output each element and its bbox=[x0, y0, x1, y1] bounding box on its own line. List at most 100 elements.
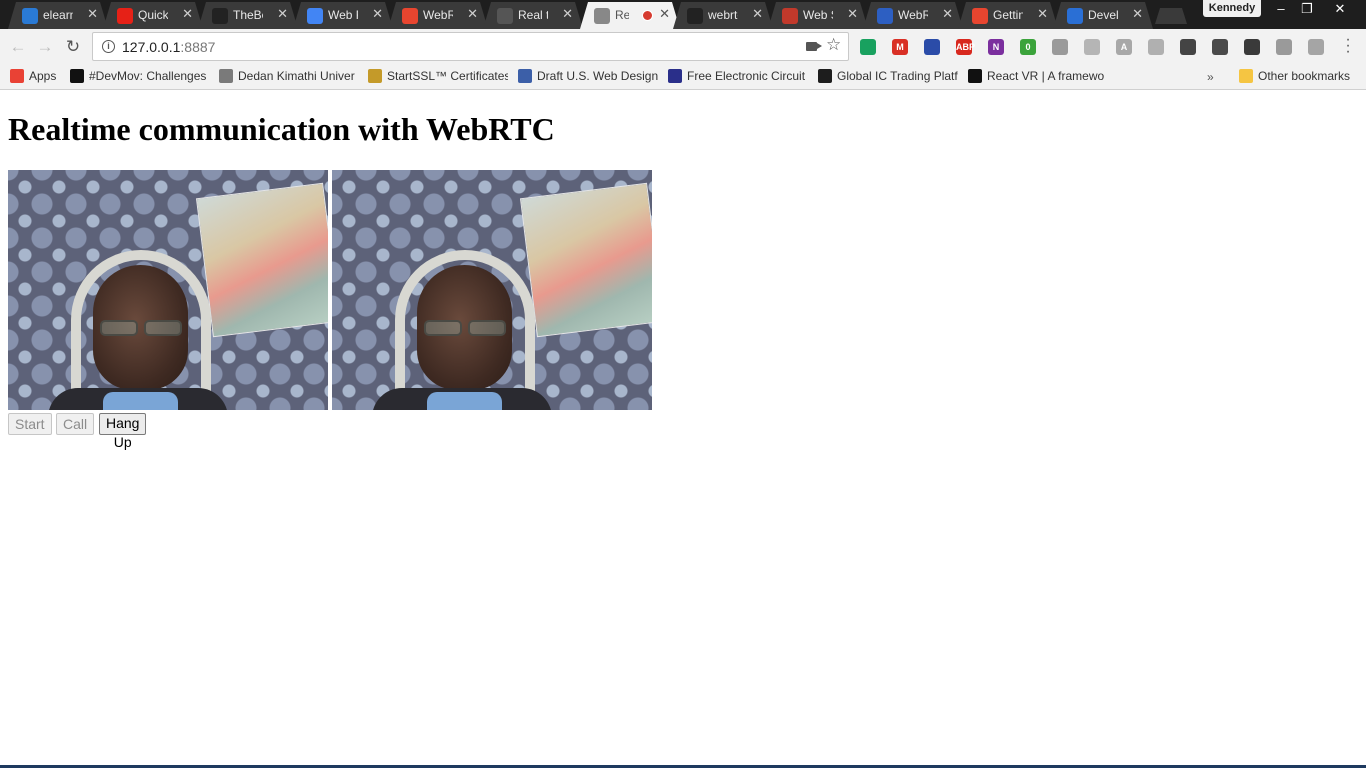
cloud-ext-icon[interactable] bbox=[1308, 39, 1324, 55]
sync-icon[interactable]: 0 bbox=[1020, 39, 1036, 55]
url-text[interactable]: 127.0.0.1:8887 bbox=[122, 39, 215, 55]
tab-4[interactable]: Web R ✕ bbox=[293, 2, 393, 29]
tab-3[interactable]: TheBe ✕ bbox=[198, 2, 298, 29]
circuit-icon bbox=[668, 69, 682, 83]
close-tab-icon[interactable]: ✕ bbox=[752, 6, 763, 22]
tab-title: elearn bbox=[43, 8, 70, 22]
bus-icon[interactable] bbox=[1180, 39, 1196, 55]
close-tab-icon[interactable]: ✕ bbox=[847, 6, 858, 22]
info-icon[interactable]: i bbox=[102, 40, 115, 53]
bookmark-item[interactable]: Draft U.S. Web Design bbox=[518, 69, 658, 86]
bookmark-label: StartSSL™ Certificates bbox=[387, 69, 508, 83]
evernote-icon[interactable] bbox=[860, 39, 876, 55]
tab-title: Rea bbox=[615, 8, 629, 22]
close-tab-icon[interactable]: ✕ bbox=[277, 6, 288, 22]
wall-painting bbox=[195, 182, 328, 338]
minimize-button[interactable]: – bbox=[1268, 0, 1294, 18]
bookmark-item[interactable]: #DevMov: Challenges bbox=[70, 69, 210, 86]
forward-arrow-icon[interactable]: → bbox=[35, 37, 55, 57]
bookmark-item[interactable]: Global IC Trading Platf bbox=[818, 69, 958, 86]
page-content: Realtime communication with WebRTC Start… bbox=[0, 90, 1366, 768]
other-bookmarks-label: Other bookmarks bbox=[1258, 69, 1351, 83]
share-icon[interactable] bbox=[1276, 39, 1292, 55]
restore-button[interactable]: ❐ bbox=[1294, 0, 1320, 18]
webrtc-icon bbox=[972, 8, 988, 24]
bulb-icon[interactable] bbox=[1244, 39, 1260, 55]
angular-icon[interactable]: A bbox=[1116, 39, 1132, 55]
bookmark-item[interactable]: React VR | A framewo bbox=[968, 69, 1108, 86]
glasses bbox=[100, 320, 184, 338]
close-tab-icon[interactable]: ✕ bbox=[87, 6, 98, 22]
other-bookmarks[interactable]: Other bookmarks bbox=[1239, 69, 1350, 86]
ext-gray-icon[interactable] bbox=[1148, 39, 1164, 55]
ic-icon bbox=[818, 69, 832, 83]
tab-title: TheBe bbox=[233, 8, 262, 22]
tab-9[interactable]: Web S ✕ bbox=[768, 2, 868, 29]
onenote-icon[interactable]: N bbox=[988, 39, 1004, 55]
monitor-icon[interactable] bbox=[1052, 39, 1068, 55]
collar bbox=[427, 392, 502, 410]
bookmark-star-icon[interactable]: ☆ bbox=[826, 35, 841, 55]
bookmark-label: React VR | A framewo bbox=[987, 69, 1105, 83]
bookmark-item[interactable]: StartSSL™ Certificates bbox=[368, 69, 508, 86]
bookmark-item[interactable]: Free Electronic Circuit bbox=[668, 69, 808, 86]
react-icon bbox=[968, 69, 982, 83]
github-icon bbox=[212, 8, 228, 24]
webrtc-icon bbox=[402, 8, 418, 24]
new-tab-button[interactable] bbox=[1155, 8, 1187, 24]
menu-icon[interactable]: · · · bbox=[1343, 32, 1353, 60]
tab-title: Web S bbox=[803, 8, 828, 22]
tab-title: WebRT bbox=[423, 8, 453, 22]
tab-2[interactable]: Quick ✕ bbox=[103, 2, 203, 29]
bookmark-label: Draft U.S. Web Design bbox=[537, 69, 658, 83]
start-button[interactable]: Start bbox=[8, 413, 52, 435]
bookmark-label: Apps bbox=[29, 69, 57, 83]
profile-button[interactable]: Kennedy bbox=[1203, 0, 1261, 17]
tab-8[interactable]: webrtc ✕ bbox=[673, 2, 773, 29]
bookmarks-overflow-icon[interactable]: » bbox=[1207, 70, 1214, 84]
close-tab-icon[interactable]: ✕ bbox=[182, 6, 193, 22]
evernote-web-icon[interactable] bbox=[1212, 39, 1228, 55]
tab-title: Devel bbox=[1088, 8, 1118, 22]
tab-7[interactable]: Rea ✕ bbox=[580, 2, 680, 29]
tab-title: Web R bbox=[328, 8, 353, 22]
recording-indicator-icon bbox=[642, 10, 653, 21]
close-tab-icon[interactable]: ✕ bbox=[1132, 6, 1143, 22]
hangup-button[interactable]: Hang Up bbox=[99, 413, 147, 450]
bookmark-item[interactable]: Apps bbox=[10, 69, 65, 86]
tab-title: Real ti bbox=[518, 8, 548, 22]
tab-12[interactable]: Devel ✕ bbox=[1053, 2, 1153, 29]
bookmark-label: #DevMov: Challenges bbox=[89, 69, 207, 83]
camera-in-use-icon[interactable] bbox=[806, 42, 822, 51]
reload-icon[interactable]: ↻ bbox=[63, 37, 83, 57]
lock-badge-icon bbox=[368, 69, 382, 83]
m-icon bbox=[70, 69, 84, 83]
local-video bbox=[8, 170, 328, 410]
apps-grid-icon bbox=[10, 69, 24, 83]
gmail-icon[interactable]: M bbox=[892, 39, 908, 55]
address-bar[interactable]: i 127.0.0.1:8887 ☆ bbox=[92, 32, 849, 61]
close-tab-icon[interactable]: ✕ bbox=[372, 6, 383, 22]
tab-6[interactable]: Real ti ✕ bbox=[483, 2, 583, 29]
call-button[interactable]: Call bbox=[56, 413, 95, 435]
page-title: Realtime communication with WebRTC bbox=[8, 111, 555, 147]
bookmark-item[interactable]: Dedan Kimathi Univer bbox=[219, 69, 359, 86]
close-tab-icon[interactable]: ✕ bbox=[467, 6, 478, 22]
google-icon bbox=[307, 8, 323, 24]
close-tab-icon[interactable]: ✕ bbox=[1037, 6, 1048, 22]
adblock-plus-icon[interactable]: ABP bbox=[956, 39, 975, 55]
tab-10[interactable]: WebR ✕ bbox=[863, 2, 963, 29]
close-tab-icon[interactable]: ✕ bbox=[659, 6, 670, 22]
close-tab-icon[interactable]: ✕ bbox=[562, 6, 573, 22]
cloud-icon bbox=[22, 8, 38, 24]
eagle-icon[interactable] bbox=[924, 39, 940, 55]
android-icon[interactable] bbox=[1084, 39, 1100, 55]
tab-11[interactable]: Gettin ✕ bbox=[958, 2, 1058, 29]
tab-5[interactable]: WebRT ✕ bbox=[388, 2, 488, 29]
close-tab-icon[interactable]: ✕ bbox=[942, 6, 953, 22]
tab-title: Quick bbox=[138, 8, 168, 22]
tab-1[interactable]: elearn ✕ bbox=[8, 2, 108, 29]
tab-title: WebR bbox=[898, 8, 928, 22]
back-arrow-icon[interactable]: ← bbox=[8, 37, 28, 57]
close-window-button[interactable]: ✕ bbox=[1327, 0, 1353, 18]
